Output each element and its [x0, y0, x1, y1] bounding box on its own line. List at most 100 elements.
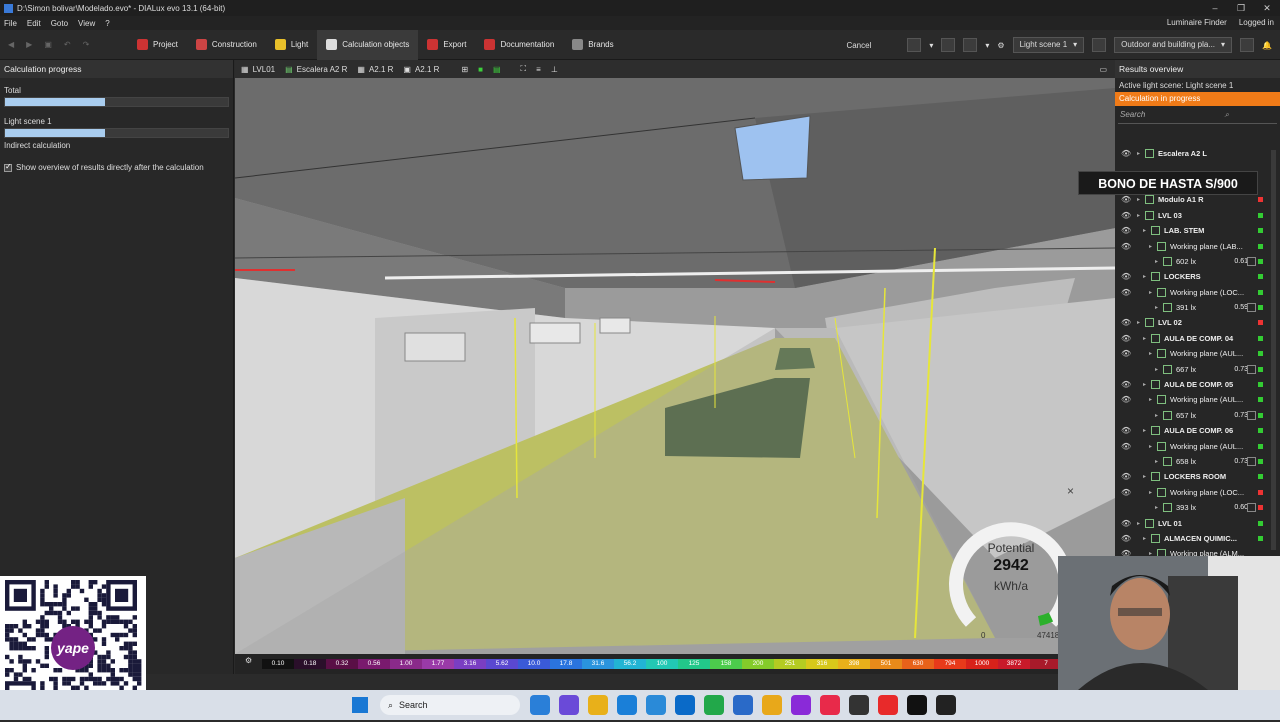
tree-row[interactable]: 👁 ▸ Working plane (AUL... [1115, 346, 1280, 361]
3d-viewport[interactable]: ▦ LVL01 ▤ Escalera A2 R ▦ A2.1 R ▣ A2.1 R ⊞ … [235, 60, 1115, 674]
fit-icon[interactable]: ⛶ [521, 64, 527, 74]
tree-row[interactable]: 👁 ▸ LOCKERS ROOM [1115, 469, 1280, 484]
taskbar-app-icon[interactable] [762, 695, 782, 715]
tree-row[interactable]: 👁 ▸ LAB. STEM [1115, 223, 1280, 238]
taskbar-app-icon[interactable] [791, 695, 811, 715]
expand-arrow-icon[interactable]: ▸ [1143, 273, 1151, 280]
eye-icon[interactable]: 👁 [1121, 226, 1131, 235]
taskbar-app-icon[interactable] [820, 695, 840, 715]
tree-row[interactable]: 👁 ▸ AULA DE COMP. 06 [1115, 423, 1280, 438]
tab-project[interactable]: Project [128, 30, 187, 60]
taskbar-app-icon[interactable] [559, 695, 579, 715]
align-icon[interactable]: ≡ [536, 65, 541, 74]
minimize-button[interactable]: – [1202, 0, 1228, 16]
level-chip[interactable]: ▦ LVL01 [241, 65, 275, 74]
results-search-input[interactable]: Search ⌕ [1118, 110, 1277, 124]
bell-icon[interactable]: 🔔 [1262, 41, 1272, 50]
expand-arrow-icon[interactable]: ▸ [1149, 350, 1157, 357]
green-cube-icon[interactable]: ■ [478, 65, 483, 74]
taskbar-app-icon[interactable] [907, 695, 927, 715]
show-overview-checkbox[interactable]: Show overview of results directly after … [0, 153, 233, 172]
luminaire-finder-button[interactable]: Luminaire Finder [1167, 16, 1227, 30]
eye-icon[interactable]: 👁 [1121, 149, 1131, 158]
expand-arrow-icon[interactable]: ▸ [1143, 473, 1151, 480]
chart-icon[interactable] [1247, 256, 1256, 266]
taskbar-app-icon[interactable] [849, 695, 869, 715]
tab-brands[interactable]: Brands [563, 30, 622, 60]
view-mode-icon[interactable] [907, 38, 922, 52]
eye-icon[interactable]: 👁 [1121, 426, 1131, 435]
tab-documentation[interactable]: Documentation [475, 30, 563, 60]
results-scrollbar[interactable] [1271, 150, 1276, 550]
measure-icon[interactable]: ⊥ [551, 65, 558, 74]
expand-arrow-icon[interactable]: ▸ [1137, 212, 1145, 219]
back-icon[interactable]: ◀ [8, 40, 14, 49]
eye-icon[interactable]: 👁 [1121, 349, 1131, 358]
tree-row[interactable]: 👁 ▸ Working plane (LAB... [1115, 238, 1280, 253]
maximize-button[interactable]: ❐ [1228, 0, 1254, 16]
expand-arrow-icon[interactable]: ▸ [1143, 535, 1151, 542]
taskbar-app-icon[interactable] [878, 695, 898, 715]
expand-arrow-icon[interactable]: ▸ [1149, 243, 1157, 250]
cancel-button[interactable]: Cancel [846, 41, 871, 50]
check-icon[interactable] [941, 38, 956, 52]
taskbar-app-icon[interactable] [675, 695, 695, 715]
forward-icon[interactable]: ▶ [26, 40, 32, 49]
outdoor-select[interactable]: Outdoor and building pla... ▾ [1114, 37, 1233, 53]
windows-start-icon[interactable] [352, 697, 368, 713]
close-gauge-icon[interactable]: × [1067, 484, 1074, 498]
taskbar-app-icon[interactable] [530, 695, 550, 715]
expand-arrow-icon[interactable]: ▸ [1137, 150, 1145, 157]
eye-icon[interactable]: 👁 [1121, 211, 1131, 220]
taskbar-search[interactable]: ⌕ Search [380, 695, 520, 715]
expand-arrow-icon[interactable]: ▸ [1143, 227, 1151, 234]
chart-icon[interactable] [1247, 364, 1256, 374]
tree-row[interactable]: 👁 ▸ LVL 02 [1115, 315, 1280, 330]
chart-icon[interactable] [1247, 410, 1256, 420]
tree-row[interactable]: ▸ 393 lx 0.60 [1115, 500, 1280, 515]
menu-help[interactable]: ? [105, 19, 109, 28]
expand-arrow-icon[interactable]: ▸ [1155, 258, 1163, 265]
expand-arrow-icon[interactable]: ▸ [1155, 412, 1163, 419]
menu-goto[interactable]: Goto [51, 19, 68, 28]
expand-arrow-icon[interactable]: ▸ [1143, 427, 1151, 434]
eye-icon[interactable]: 👁 [1121, 442, 1131, 451]
building-chip[interactable]: ▤ Escalera A2 R [285, 65, 347, 74]
taskbar-app-icon[interactable] [646, 695, 666, 715]
undo-icon[interactable]: ↶ [64, 40, 71, 49]
scene-options-icon[interactable] [1092, 38, 1107, 52]
tree-row[interactable]: ▸ 667 lx 0.73 [1115, 361, 1280, 376]
eye-icon[interactable]: 👁 [1121, 334, 1131, 343]
layers-icon[interactable] [1240, 38, 1255, 52]
tree-row[interactable]: ▸ 657 lx 0.73 [1115, 408, 1280, 423]
expand-arrow-icon[interactable]: ▸ [1149, 443, 1157, 450]
tree-row[interactable]: 👁 ▸ Working plane (LOC... [1115, 485, 1280, 500]
expand-arrow-icon[interactable]: ▸ [1143, 381, 1151, 388]
expand-arrow-icon[interactable]: ▸ [1143, 335, 1151, 342]
checkbox-icon[interactable] [4, 162, 12, 172]
save-icon[interactable]: ▣ [44, 40, 52, 49]
eye-icon[interactable]: 👁 [1121, 272, 1131, 281]
grid-icon[interactable]: ⊞ [461, 65, 468, 74]
taskbar-app-icon[interactable] [704, 695, 724, 715]
menu-file[interactable]: File [4, 19, 17, 28]
chart-icon[interactable] [1247, 503, 1256, 513]
expand-arrow-icon[interactable]: ▸ [1155, 504, 1163, 511]
eye-icon[interactable]: 👁 [1121, 488, 1131, 497]
logged-in-menu[interactable]: Logged in [1239, 16, 1274, 30]
dropdown-arrow-icon[interactable]: ▾ [985, 41, 989, 50]
tree-row[interactable]: 👁 ▸ Working plane (LOC... [1115, 285, 1280, 300]
taskbar-app-icon[interactable] [936, 695, 956, 715]
tree-row[interactable]: 👁 ▸ AULA DE COMP. 04 [1115, 331, 1280, 346]
expand-arrow-icon[interactable]: ▸ [1155, 458, 1163, 465]
room-chip-1[interactable]: ▦ A2.1 R [357, 65, 393, 74]
tab-calculation-objects[interactable]: Calculation objects [317, 29, 419, 60]
expand-arrow-icon[interactable]: ▸ [1137, 520, 1145, 527]
scale-settings-icon[interactable]: ⚙ [245, 656, 252, 665]
green-plane-icon[interactable]: ▤ [493, 65, 501, 74]
eye-icon[interactable]: 👁 [1121, 395, 1131, 404]
tree-row[interactable]: 👁 ▸ LVL 03 [1115, 208, 1280, 223]
tree-row[interactable]: 👁 ▸ AULA DE COMP. 05 [1115, 377, 1280, 392]
taskbar-app-icon[interactable] [733, 695, 753, 715]
expand-arrow-icon[interactable]: ▸ [1137, 319, 1145, 326]
